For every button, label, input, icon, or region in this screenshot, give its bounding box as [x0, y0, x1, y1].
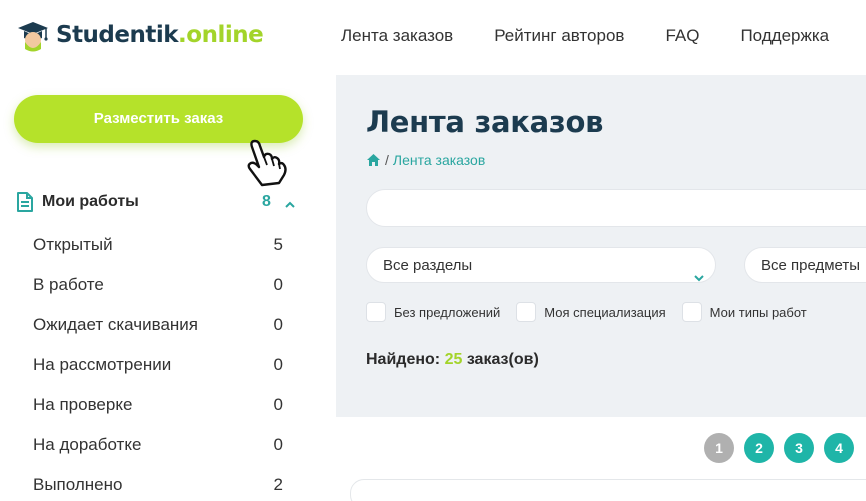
main-nav: Лента заказов Рейтинг авторов FAQ Поддер…	[341, 26, 866, 46]
breadcrumb-separator: /	[385, 152, 389, 168]
pagination: 1 2 3 4	[704, 433, 864, 463]
checkbox-my-specialization[interactable]: Моя специализация	[516, 302, 666, 322]
chevron-down-icon	[693, 261, 705, 282]
pointing-hand-icon	[244, 137, 292, 187]
filter-checkboxes: Без предложений Моя специализация Мои ти…	[366, 302, 823, 322]
place-order-button[interactable]: Разместить заказ	[14, 95, 303, 143]
orders-panel: 1 2 3 4	[336, 417, 866, 501]
my-works-title: Мои работы	[42, 193, 139, 210]
nav-item-authors-rating[interactable]: Рейтинг авторов	[494, 26, 624, 46]
checkbox-box[interactable]	[366, 302, 386, 322]
status-list: Открытый 5 В работе 0 Ожидает скачивания 0 …	[33, 235, 283, 501]
chevron-up-icon[interactable]	[284, 197, 296, 208]
checkbox-my-work-types[interactable]: Мои типы работ	[681, 302, 807, 322]
site-logo[interactable]: Studentik.online	[14, 16, 264, 54]
status-item-checking[interactable]: На проверке 0	[33, 395, 283, 435]
found-count-text: Найдено: 25 заказ(ов)	[366, 351, 539, 368]
order-card[interactable]	[350, 479, 866, 501]
page-button-3[interactable]: 3	[784, 433, 814, 463]
checkbox-box[interactable]	[681, 302, 702, 322]
document-icon	[14, 191, 36, 213]
main-content: Лента заказов / Лента заказов Все раздел…	[336, 75, 866, 501]
search-input[interactable]	[366, 189, 866, 227]
my-works-count: 8	[262, 193, 271, 210]
nav-item-orders-feed[interactable]: Лента заказов	[341, 26, 453, 46]
checkbox-box[interactable]	[516, 302, 537, 322]
status-item-under-review[interactable]: На рассмотрении 0	[33, 355, 283, 395]
subject-select[interactable]: Все предметы	[744, 247, 866, 283]
section-select[interactable]: Все разделы	[366, 247, 716, 283]
page-button-1[interactable]: 1	[704, 433, 734, 463]
subject-select-value: Все предметы	[761, 257, 861, 274]
home-icon[interactable]	[366, 153, 381, 167]
page-title: Лента заказов	[366, 105, 604, 139]
page-button-2[interactable]: 2	[744, 433, 774, 463]
breadcrumb: / Лента заказов	[366, 152, 485, 168]
nav-item-support[interactable]: Поддержка	[740, 26, 829, 46]
section-select-value: Все разделы	[383, 257, 473, 274]
nav-item-faq[interactable]: FAQ	[665, 26, 699, 46]
status-item-in-work[interactable]: В работе 0	[33, 275, 283, 315]
top-header: Studentik.online Лента заказов Рейтинг а…	[0, 0, 866, 75]
logo-text: Studentik.online	[56, 22, 264, 48]
status-item-revision[interactable]: На доработке 0	[33, 435, 283, 475]
graduate-cap-icon	[14, 16, 52, 54]
sidebar: Разместить заказ Мои работы 8 Открытый 5 …	[0, 75, 336, 501]
status-item-awaiting-download[interactable]: Ожидает скачивания 0	[33, 315, 283, 355]
page-button-4[interactable]: 4	[824, 433, 854, 463]
my-works-header[interactable]: Мои работы 8	[14, 191, 304, 213]
status-item-open[interactable]: Открытый 5	[33, 235, 283, 275]
checkbox-no-offers[interactable]: Без предложений	[366, 302, 500, 322]
status-item-completed[interactable]: Выполнено 2	[33, 475, 283, 501]
found-count: 25	[444, 351, 463, 368]
breadcrumb-current[interactable]: Лента заказов	[393, 152, 485, 168]
